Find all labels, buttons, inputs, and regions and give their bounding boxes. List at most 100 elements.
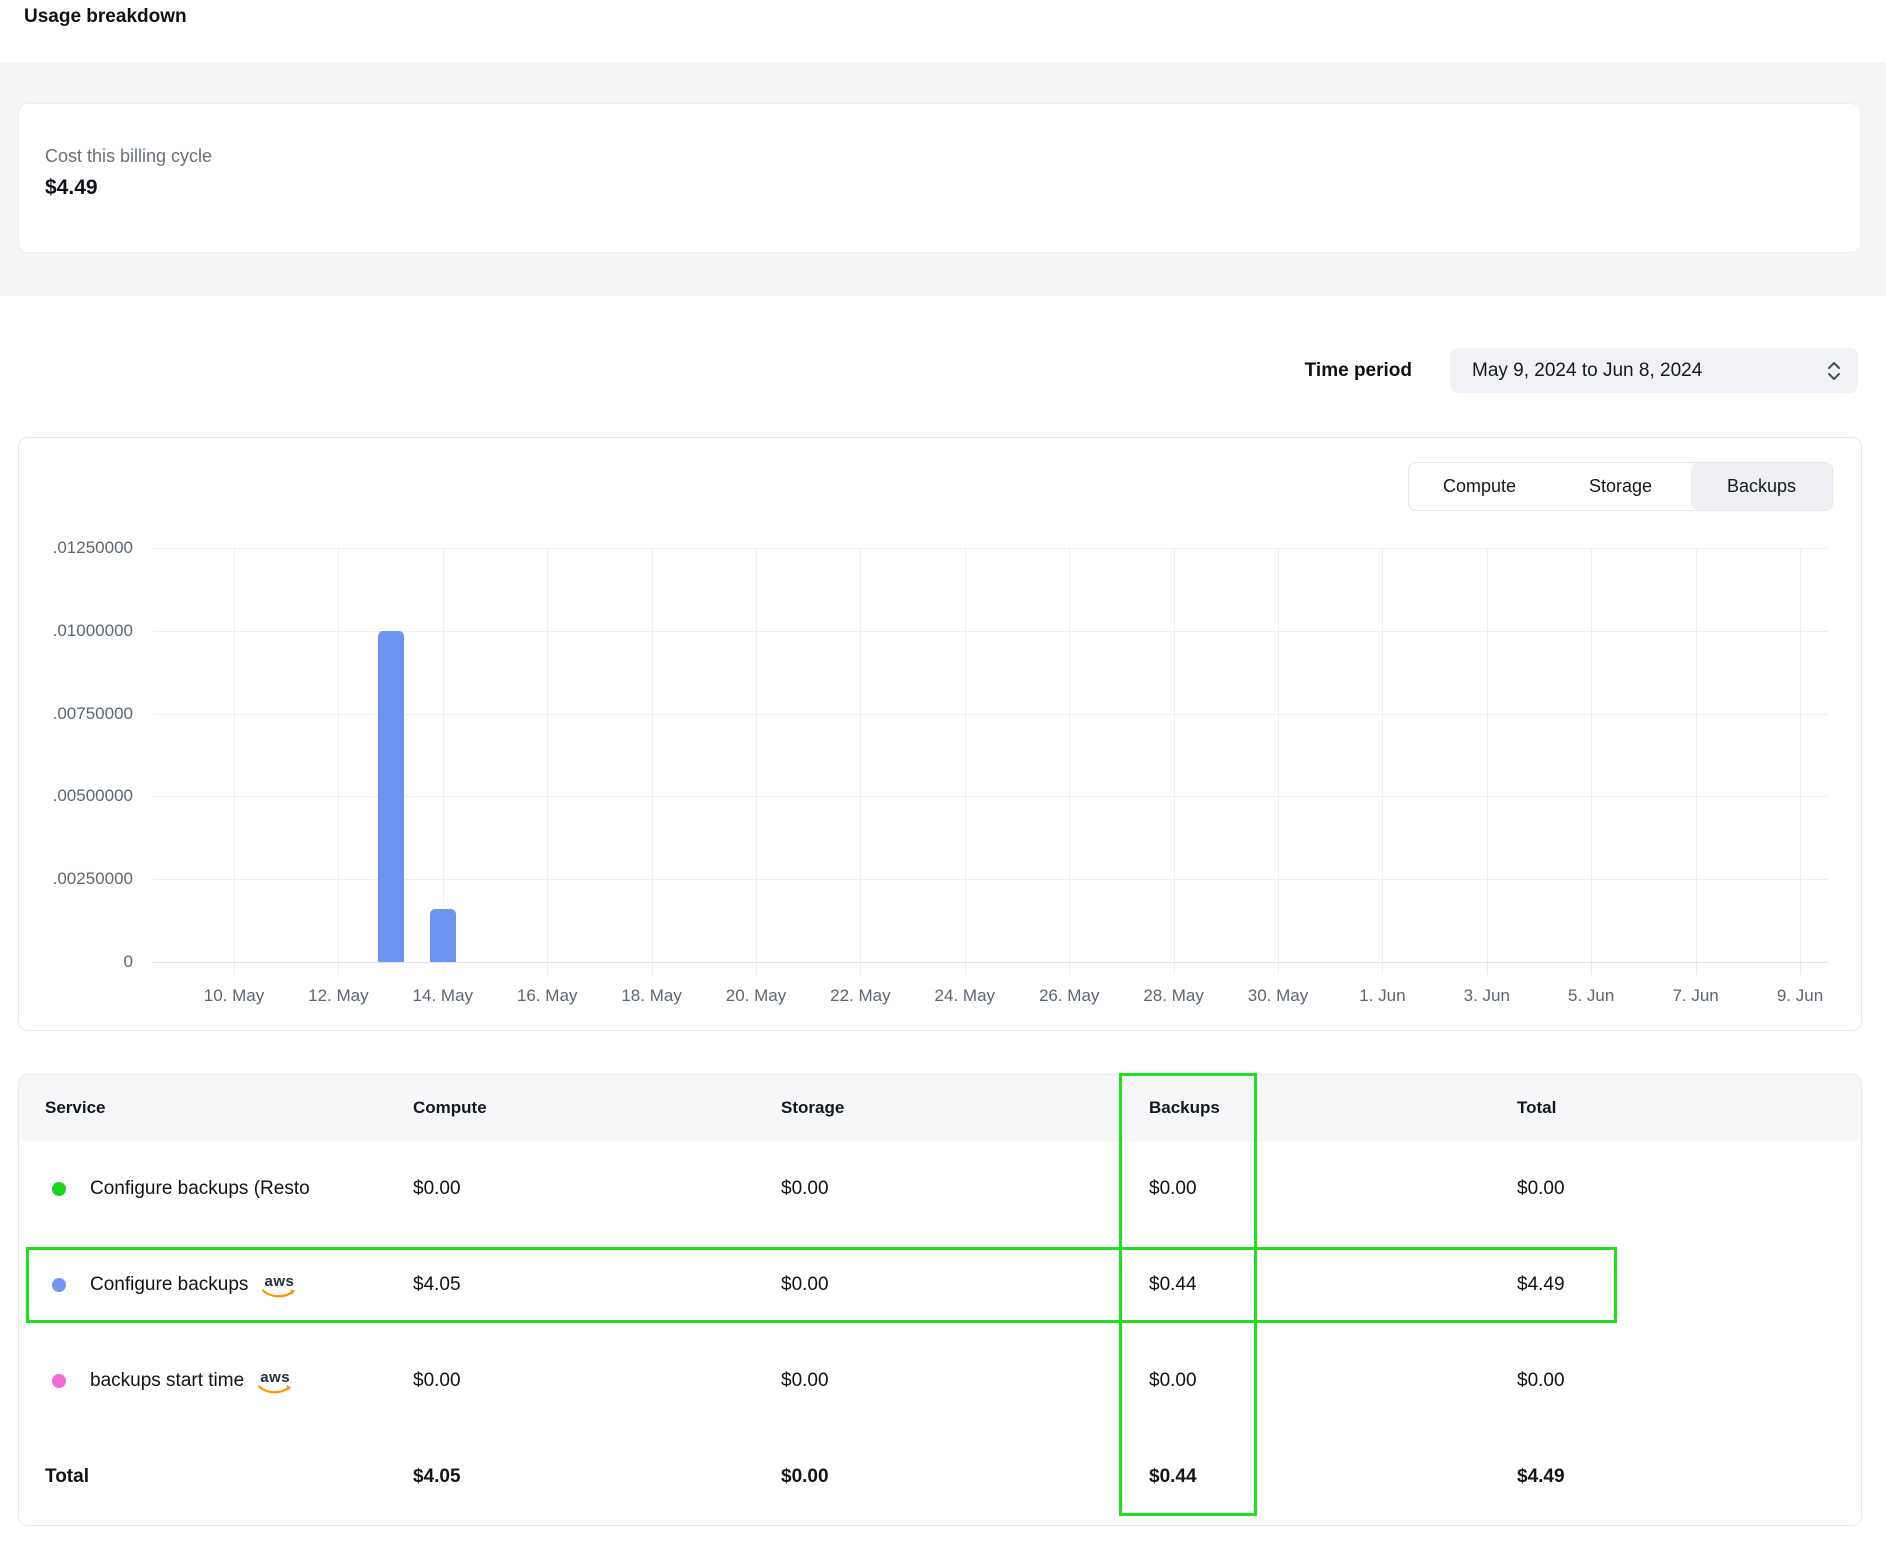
v-gridline [1174, 548, 1175, 974]
v-gridline [1696, 548, 1697, 974]
service-name: Configure backups (Resto [90, 1178, 310, 1200]
x-axis-label: 26. May [1039, 986, 1099, 1006]
v-gridline [652, 548, 653, 974]
x-axis-label: 24. May [935, 986, 995, 1006]
total-row: Total $4.05 $0.00 $0.44 $4.49 [19, 1429, 1861, 1525]
x-axis-label: 10. May [204, 986, 264, 1006]
v-gridline [1069, 548, 1070, 974]
x-axis-label: 9. Jun [1777, 986, 1823, 1006]
y-axis-label: .00250000 [19, 869, 133, 889]
chevron-updown-icon [1826, 360, 1842, 382]
total-cell: $4.49 [1517, 1274, 1861, 1296]
x-axis-label: 14. May [413, 986, 473, 1006]
column-header-service: Service [19, 1098, 413, 1118]
table-row: Configure backups (Resto $0.00 $0.00 $0.… [19, 1141, 1861, 1237]
cost-card: Cost this billing cycle $4.49 [18, 103, 1861, 253]
x-axis-label: 16. May [517, 986, 577, 1006]
h-gridline [153, 714, 1828, 715]
total-backups: $0.44 [1149, 1466, 1517, 1488]
service-name: backups start time [90, 1370, 244, 1392]
aws-smile-icon [258, 1385, 292, 1395]
y-axis-label: .00750000 [19, 704, 133, 724]
service-color-dot [52, 1374, 66, 1388]
backups-cell: $0.00 [1149, 1178, 1517, 1200]
v-gridline [1278, 548, 1279, 974]
total-storage: $0.00 [781, 1466, 1149, 1488]
table-row: Configure backups aws $4.05 $0.00 $0.44 … [19, 1237, 1861, 1333]
tab-storage[interactable]: Storage [1550, 463, 1691, 510]
y-axis-label: .00500000 [19, 786, 133, 806]
storage-cell: $0.00 [781, 1274, 1149, 1296]
v-gridline [234, 548, 235, 974]
usage-breakdown-page: Usage breakdown Cost this billing cycle … [0, 0, 1886, 1548]
column-header-total: Total [1517, 1098, 1861, 1118]
service-color-dot [52, 1278, 66, 1292]
time-period-label: Time period [1305, 360, 1412, 382]
total-cell: $0.00 [1517, 1370, 1861, 1392]
table-header: Service Compute Storage Backups Total [19, 1075, 1861, 1141]
h-gridline [153, 796, 1828, 797]
y-axis-label: .01000000 [19, 621, 133, 641]
x-axis-label: 1. Jun [1359, 986, 1405, 1006]
service-cell: Configure backups (Resto [19, 1178, 413, 1200]
x-axis-label: 12. May [308, 986, 368, 1006]
total-compute: $4.05 [413, 1466, 781, 1488]
cost-label: Cost this billing cycle [45, 146, 1860, 167]
tab-backups[interactable]: Backups [1691, 463, 1832, 510]
page-title: Usage breakdown [24, 6, 187, 28]
y-axis-label: .01250000 [19, 538, 133, 558]
x-axis-label: 7. Jun [1672, 986, 1718, 1006]
chart-bar[interactable] [378, 631, 404, 962]
storage-cell: $0.00 [781, 1370, 1149, 1392]
aws-logo-text: aws [260, 1370, 290, 1385]
x-axis-label: 20. May [726, 986, 786, 1006]
v-gridline [860, 548, 861, 974]
compute-cell: $0.00 [413, 1370, 781, 1392]
chart-card: 10. May 12. May 14. May 16. May 18. May 20. M… [18, 437, 1862, 1031]
storage-cell: $0.00 [781, 1178, 1149, 1200]
total-total: $4.49 [1517, 1466, 1861, 1488]
x-axis-label: 28. May [1143, 986, 1203, 1006]
backups-cell: $0.00 [1149, 1370, 1517, 1392]
x-axis-label: 5. Jun [1568, 986, 1614, 1006]
time-period-value: May 9, 2024 to Jun 8, 2024 [1472, 360, 1702, 382]
x-axis-label: 3. Jun [1464, 986, 1510, 1006]
x-axis-label: 30. May [1248, 986, 1308, 1006]
x-axis-label: 22. May [830, 986, 890, 1006]
plot-area: 10. May 12. May 14. May 16. May 18. May 20. M… [19, 438, 1861, 1030]
aws-logo: aws [258, 1370, 292, 1395]
h-gridline [153, 879, 1828, 880]
v-gridline [1800, 548, 1801, 974]
v-gridline [1591, 548, 1592, 974]
backups-cell: $0.44 [1149, 1274, 1517, 1296]
chart-tabs: ComputeStorageBackups [1408, 462, 1833, 511]
column-header-compute: Compute [413, 1098, 781, 1118]
v-gridline [965, 548, 966, 974]
total-cell: $0.00 [1517, 1178, 1861, 1200]
chart-bar[interactable] [430, 909, 456, 962]
compute-cell: $4.05 [413, 1274, 781, 1296]
usage-table: Service Compute Storage Backups Total Co… [18, 1074, 1862, 1526]
x-axis-label: 18. May [621, 986, 681, 1006]
service-cell: backups start time aws [19, 1368, 413, 1395]
tab-compute[interactable]: Compute [1409, 463, 1550, 510]
h-gridline [153, 631, 1828, 632]
column-header-backups: Backups [1149, 1098, 1517, 1118]
cost-value: $4.49 [45, 176, 1860, 200]
table-row: backups start time aws $0.00 $0.00 $0.00… [19, 1333, 1861, 1429]
time-period-select[interactable]: May 9, 2024 to Jun 8, 2024 [1450, 348, 1858, 393]
column-header-storage: Storage [781, 1098, 1149, 1118]
aws-logo: aws [262, 1274, 296, 1299]
v-gridline [756, 548, 757, 974]
billing-summary-band: Cost this billing cycle $4.49 [0, 62, 1886, 296]
table-body: Configure backups (Resto $0.00 $0.00 $0.… [19, 1141, 1861, 1429]
time-period-row: Time period May 9, 2024 to Jun 8, 2024 [1305, 348, 1858, 393]
aws-smile-icon [262, 1289, 296, 1299]
compute-cell: $0.00 [413, 1178, 781, 1200]
total-label: Total [19, 1466, 413, 1488]
service-color-dot [52, 1182, 66, 1196]
service-name: Configure backups [90, 1274, 248, 1296]
v-gridline [1487, 548, 1488, 974]
h-gridline [153, 548, 1828, 549]
h-gridline [153, 962, 1828, 963]
